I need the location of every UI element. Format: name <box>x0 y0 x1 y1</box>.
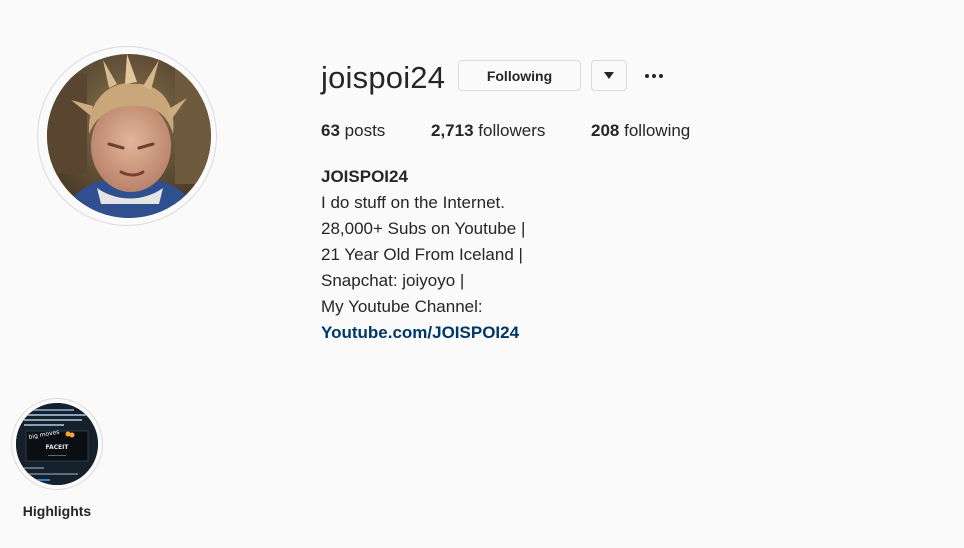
profile-full-name: JOISPOI24 <box>321 167 408 186</box>
posts-count: 63 <box>321 121 340 140</box>
posts-stat: 63 posts <box>321 120 385 142</box>
profile-bio: JOISPOI24 I do stuff on the Internet. 28… <box>321 164 525 346</box>
bio-line: 28,000+ Subs on Youtube | <box>321 219 526 238</box>
suggested-dropdown-button[interactable] <box>591 60 627 91</box>
followers-label: followers <box>478 121 546 140</box>
posts-label: posts <box>344 121 386 140</box>
bio-line: Snapchat: joiyoyo | <box>321 271 465 290</box>
profile-username: joispoi24 <box>321 60 446 95</box>
following-stat[interactable]: 208 following <box>591 120 690 142</box>
highlight-label[interactable]: Highlights <box>0 503 114 519</box>
avatar-image <box>47 54 211 218</box>
bio-line: 21 Year Old From Iceland | <box>321 245 523 264</box>
bio-line: My Youtube Channel: <box>321 297 483 316</box>
following-count: 208 <box>591 121 620 140</box>
ellipsis-icon <box>644 66 664 84</box>
highlight-thumbnail[interactable]: big moves FACEIT <box>16 403 98 485</box>
highlight-image: big moves FACEIT <box>16 403 98 485</box>
highlight-thumb-text: FACEIT <box>46 444 70 451</box>
followers-stat[interactable]: 2,713 followers <box>431 120 545 142</box>
bio-line: I do stuff on the Internet. <box>321 193 505 212</box>
following-label: following <box>624 121 691 140</box>
bio-external-link[interactable]: Youtube.com/JOISPOI24 <box>321 323 519 342</box>
followers-count: 2,713 <box>431 121 474 140</box>
avatar[interactable] <box>47 54 211 218</box>
caret-down-icon <box>604 67 614 85</box>
following-button[interactable]: Following <box>458 60 581 91</box>
more-options-button[interactable] <box>640 62 668 88</box>
